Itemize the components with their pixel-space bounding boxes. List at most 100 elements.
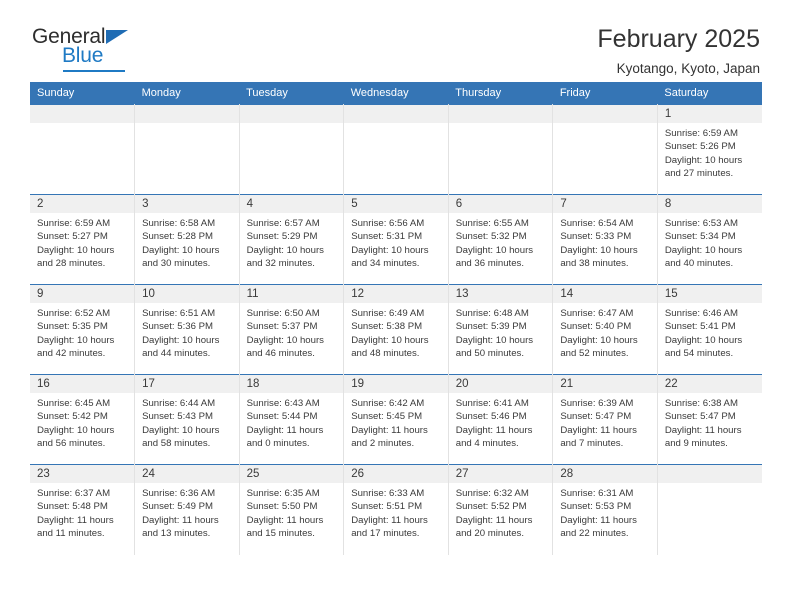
day-number: 28: [553, 465, 657, 483]
calendar-day-cell[interactable]: 3 Sunrise: 6:58 AM Sunset: 5:28 PM Daylight…: [134, 194, 240, 285]
daylight-text: Daylight: 10 hours and 54 minutes.: [664, 334, 743, 360]
sunset-text: Sunset: 5:47 PM: [560, 411, 632, 423]
day-number: 24: [135, 465, 239, 483]
calendar-day-cell[interactable]: 14 Sunrise: 6:47 AM Sunset: 5:40 PM Dayligh…: [552, 284, 658, 375]
calendar-day-cell-empty: [30, 104, 136, 195]
calendar-day-cell[interactable]: 13 Sunrise: 6:48 AM Sunset: 5:39 PM Dayligh…: [448, 284, 554, 375]
calendar-day-cell[interactable]: 2 Sunrise: 6:59 AM Sunset: 5:27 PM Daylight…: [30, 194, 136, 285]
sunrise-text: Sunrise: 6:31 AM: [560, 488, 634, 499]
calendar-day-cell[interactable]: 28 Sunrise: 6:31 AM Sunset: 5:53 PM Dayligh…: [552, 464, 658, 555]
day-details: Sunrise: 6:42 AM Sunset: 5:45 PM Daylight:…: [344, 393, 448, 451]
calendar-day-cell[interactable]: 17 Sunrise: 6:44 AM Sunset: 5:43 PM Dayligh…: [134, 374, 240, 465]
generalblue-logo[interactable]: General Blue: [30, 26, 150, 74]
sunset-text: Sunset: 5:28 PM: [142, 231, 213, 243]
day-number: 22: [657, 375, 762, 393]
daylight-text: Daylight: 10 hours and 58 minutes.: [142, 424, 220, 450]
calendar-day-cell-empty: [134, 104, 240, 195]
calendar-day-cell[interactable]: 9 Sunrise: 6:52 AM Sunset: 5:35 PM Daylight…: [30, 284, 136, 375]
daylight-text: Daylight: 11 hours and 20 minutes.: [455, 514, 533, 540]
day-number: 5: [344, 195, 448, 213]
sunrise-text: Sunrise: 6:33 AM: [351, 488, 425, 499]
triangle-icon: [106, 30, 128, 44]
calendar-day-cell[interactable]: 4 Sunrise: 6:57 AM Sunset: 5:29 PM Daylight…: [239, 194, 345, 285]
sunrise-text: Sunrise: 6:58 AM: [142, 218, 216, 229]
calendar-day-cell[interactable]: 23 Sunrise: 6:37 AM Sunset: 5:48 PM Dayligh…: [30, 464, 136, 555]
sunrise-text: Sunrise: 6:47 AM: [560, 308, 634, 319]
daylight-text: Daylight: 10 hours and 34 minutes.: [351, 244, 429, 270]
sunrise-text: Sunrise: 6:43 AM: [246, 398, 320, 409]
day-details: Sunrise: 6:43 AM Sunset: 5:44 PM Daylight:…: [240, 393, 344, 451]
day-details: Sunrise: 6:32 AM Sunset: 5:52 PM Daylight:…: [449, 483, 553, 541]
calendar-day-cell[interactable]: 8 Sunrise: 6:53 AM Sunset: 5:34 PM Daylight…: [657, 194, 762, 285]
day-number: [553, 105, 657, 123]
calendar-day-cell[interactable]: 6 Sunrise: 6:55 AM Sunset: 5:32 PM Daylight…: [448, 194, 554, 285]
day-number: 15: [657, 285, 762, 303]
sunrise-text: Sunrise: 6:48 AM: [455, 308, 529, 319]
weekday-header-monday: Monday: [134, 82, 240, 105]
daylight-text: Daylight: 10 hours and 56 minutes.: [37, 424, 115, 450]
sunrise-text: Sunrise: 6:57 AM: [246, 218, 320, 229]
calendar-day-cell[interactable]: 11 Sunrise: 6:50 AM Sunset: 5:37 PM Dayligh…: [239, 284, 345, 375]
sunset-text: Sunset: 5:37 PM: [246, 321, 318, 333]
sunrise-text: Sunrise: 6:39 AM: [560, 398, 634, 409]
sunset-text: Sunset: 5:49 PM: [142, 501, 213, 513]
day-details: Sunrise: 6:45 AM Sunset: 5:42 PM Daylight:…: [30, 393, 134, 451]
calendar-week-row: 9 Sunrise: 6:52 AM Sunset: 5:35 PM Daylight…: [30, 284, 762, 375]
sunset-text: Sunset: 5:32 PM: [455, 231, 527, 243]
calendar-day-cell[interactable]: 25 Sunrise: 6:35 AM Sunset: 5:50 PM Dayligh…: [239, 464, 345, 555]
day-details: Sunrise: 6:33 AM Sunset: 5:51 PM Daylight:…: [344, 483, 448, 541]
daylight-text: Daylight: 10 hours and 42 minutes.: [37, 334, 115, 360]
calendar-day-cell[interactable]: 18 Sunrise: 6:43 AM Sunset: 5:44 PM Dayligh…: [239, 374, 345, 465]
daylight-text: Daylight: 11 hours and 9 minutes.: [664, 424, 742, 450]
daylight-text: Daylight: 11 hours and 2 minutes.: [351, 424, 428, 450]
daylight-text: Daylight: 11 hours and 11 minutes.: [37, 514, 114, 540]
sunrise-text: Sunrise: 6:35 AM: [246, 488, 320, 499]
day-details: Sunrise: 6:47 AM Sunset: 5:40 PM Daylight:…: [553, 303, 657, 361]
calendar-day-cell[interactable]: 19 Sunrise: 6:42 AM Sunset: 5:45 PM Dayligh…: [343, 374, 449, 465]
calendar-day-cell[interactable]: 22 Sunrise: 6:38 AM Sunset: 5:47 PM Dayligh…: [657, 374, 762, 465]
day-number: 8: [657, 195, 762, 213]
day-number: 19: [344, 375, 448, 393]
calendar-day-cell[interactable]: 10 Sunrise: 6:51 AM Sunset: 5:36 PM Dayligh…: [134, 284, 240, 375]
calendar-day-cell[interactable]: 16 Sunrise: 6:45 AM Sunset: 5:42 PM Dayligh…: [30, 374, 136, 465]
calendar-day-cell-empty: [448, 104, 554, 195]
weekday-header-thursday: Thursday: [448, 82, 553, 105]
sunset-text: Sunset: 5:44 PM: [246, 411, 318, 423]
day-details: Sunrise: 6:57 AM Sunset: 5:29 PM Daylight:…: [240, 213, 344, 271]
calendar-day-cell[interactable]: 1 Sunrise: 6:59 AM Sunset: 5:26 PM Daylight…: [657, 104, 762, 195]
day-number: [344, 105, 448, 123]
sunrise-text: Sunrise: 6:56 AM: [351, 218, 425, 229]
sunset-text: Sunset: 5:46 PM: [455, 411, 527, 423]
daylight-text: Daylight: 10 hours and 36 minutes.: [455, 244, 534, 270]
calendar-day-cell[interactable]: 5 Sunrise: 6:56 AM Sunset: 5:31 PM Daylight…: [343, 194, 449, 285]
calendar-day-cell[interactable]: 12 Sunrise: 6:49 AM Sunset: 5:38 PM Dayligh…: [343, 284, 449, 375]
sunset-text: Sunset: 5:41 PM: [664, 321, 736, 333]
sunrise-text: Sunrise: 6:41 AM: [455, 398, 529, 409]
calendar-day-cell[interactable]: 7 Sunrise: 6:54 AM Sunset: 5:33 PM Daylight…: [552, 194, 658, 285]
weekday-header-wednesday: Wednesday: [343, 82, 449, 105]
calendar-day-cell[interactable]: 26 Sunrise: 6:33 AM Sunset: 5:51 PM Dayligh…: [343, 464, 449, 555]
day-details: Sunrise: 6:37 AM Sunset: 5:48 PM Daylight:…: [30, 483, 134, 541]
calendar-day-cell[interactable]: 15 Sunrise: 6:46 AM Sunset: 5:41 PM Dayligh…: [657, 284, 762, 375]
title-block: February 2025 Kyotango, Kyoto, Japan: [597, 26, 762, 77]
day-number: 18: [239, 375, 344, 393]
sunset-text: Sunset: 5:42 PM: [37, 411, 108, 423]
calendar-day-cell-empty: [239, 104, 345, 195]
sunrise-text: Sunrise: 6:44 AM: [142, 398, 216, 409]
daylight-text: Daylight: 10 hours and 40 minutes.: [664, 244, 743, 270]
day-number: 7: [553, 195, 657, 213]
day-number: 10: [135, 285, 239, 303]
day-number: 25: [239, 465, 344, 483]
calendar-day-cell[interactable]: 27 Sunrise: 6:32 AM Sunset: 5:52 PM Dayligh…: [448, 464, 554, 555]
calendar-week-row: 16 Sunrise: 6:45 AM Sunset: 5:42 PM Dayligh…: [30, 374, 762, 465]
calendar-day-cell[interactable]: 21 Sunrise: 6:39 AM Sunset: 5:47 PM Dayligh…: [552, 374, 658, 465]
day-number: [135, 105, 239, 123]
calendar-day-cell[interactable]: 20 Sunrise: 6:41 AM Sunset: 5:46 PM Dayligh…: [448, 374, 554, 465]
day-details: Sunrise: 6:54 AM Sunset: 5:33 PM Daylight:…: [553, 213, 657, 271]
sunrise-text: Sunrise: 6:36 AM: [142, 488, 216, 499]
sunset-text: Sunset: 5:47 PM: [664, 411, 736, 423]
daylight-text: Daylight: 11 hours and 7 minutes.: [560, 424, 637, 450]
sunset-text: Sunset: 5:35 PM: [37, 321, 108, 333]
day-details: Sunrise: 6:31 AM Sunset: 5:53 PM Daylight:…: [553, 483, 657, 541]
calendar-day-cell[interactable]: 24 Sunrise: 6:36 AM Sunset: 5:49 PM Dayligh…: [134, 464, 240, 555]
